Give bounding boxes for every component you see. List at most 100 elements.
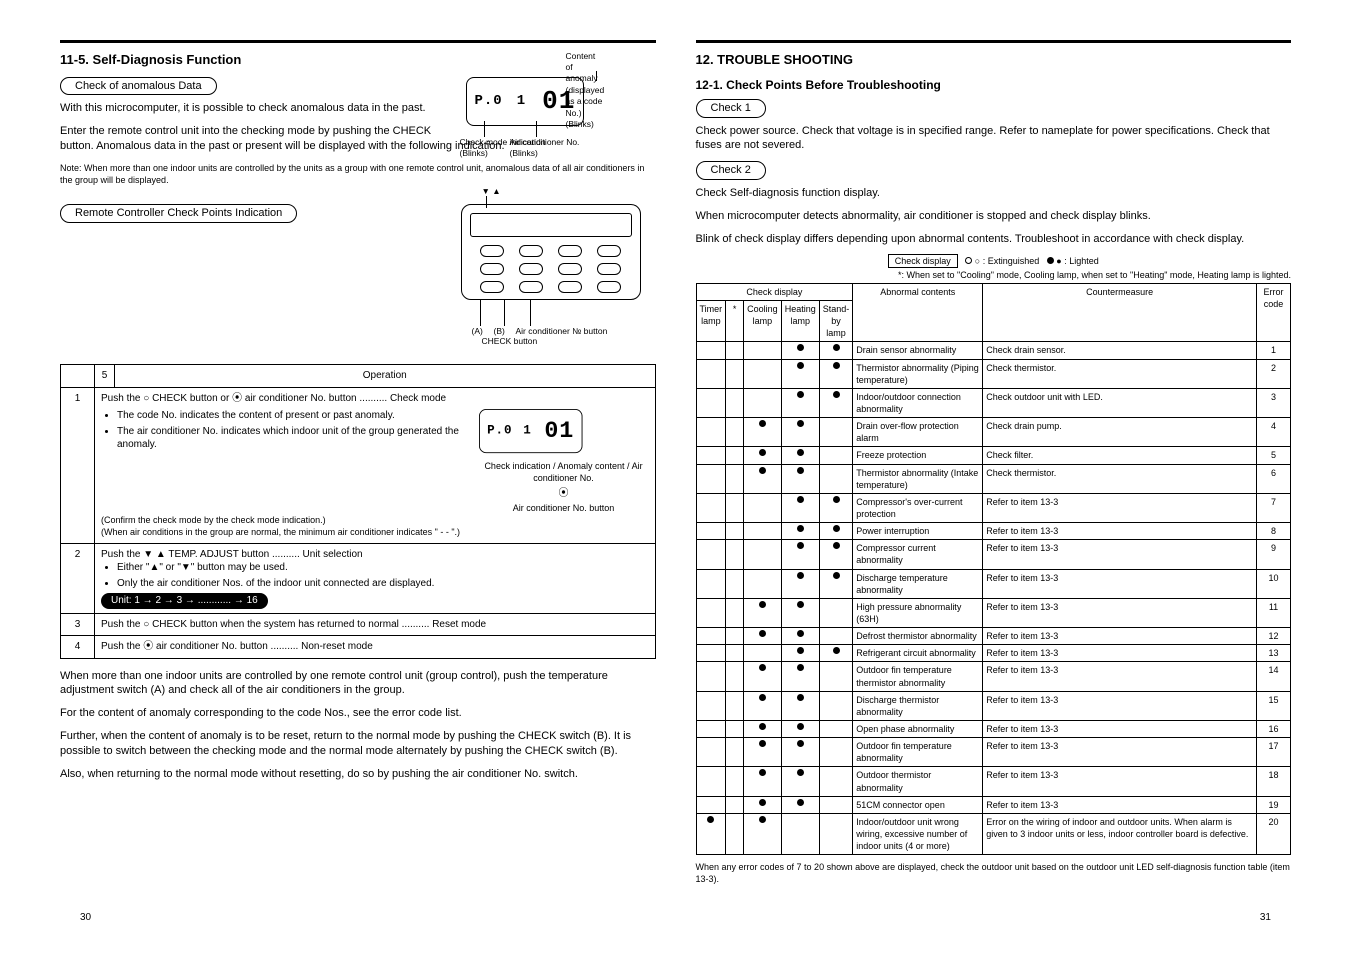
- lamp-cell: [819, 645, 853, 662]
- lamp-star: [726, 691, 744, 720]
- error-contents: Thermistor abnormality (Intake temperatu…: [853, 464, 983, 493]
- error-countermeasure: Refer to item 13-3: [983, 523, 1257, 540]
- lamp-star: [726, 523, 744, 540]
- lamp-cell: [781, 342, 819, 359]
- callout-airno-blink: (Blinks): [510, 148, 538, 158]
- error-row: Thermistor abnormality (Intake temperatu…: [696, 464, 1291, 493]
- error-row: Outdoor fin temperature thermistor abnor…: [696, 662, 1291, 691]
- lamp-cell: [781, 767, 819, 796]
- lamp-cell: [819, 598, 853, 627]
- error-index: 9: [1257, 540, 1291, 569]
- error-row: 51CM connector openRefer to item 13-319: [696, 796, 1291, 813]
- error-countermeasure: Refer to item 13-3: [983, 721, 1257, 738]
- lamp-cell: [696, 388, 726, 417]
- controller-schematic: (A) (B) CHECK button Air conditioner № b…: [446, 204, 656, 344]
- lamp-cell: [696, 628, 726, 645]
- lamp-cell: [744, 569, 782, 598]
- lamp-cell: [696, 796, 726, 813]
- error-index: 15: [1257, 691, 1291, 720]
- error-contents: Refrigerant circuit abnormality: [853, 645, 983, 662]
- lamp-star: [726, 418, 744, 447]
- lamp-cell: [744, 738, 782, 767]
- lamp-star: [726, 447, 744, 464]
- lamp-cell: [819, 721, 853, 738]
- lamp-cell: [696, 540, 726, 569]
- hdr-timer: Timer lamp: [696, 301, 726, 342]
- step1-side-lcd: P.0 1 01 Check indication / A: [479, 409, 649, 514]
- error-row: Drain over-flow protection alarmCheck dr…: [696, 418, 1291, 447]
- lcd-with-callouts: P.0 1 01 Check mode indication (Blinks) …: [466, 77, 656, 126]
- lamp-cell: [744, 493, 782, 522]
- lamp-cell: [781, 418, 819, 447]
- hdr-contents: Abnormal contents: [853, 283, 983, 342]
- error-row: Compressor current abnormalityRefer to i…: [696, 540, 1291, 569]
- lamp-cell: [781, 493, 819, 522]
- error-contents: Outdoor thermistor abnormality: [853, 767, 983, 796]
- step-row-2: 2 Push the ▼ ▲ TEMP. ADJUST button .....…: [61, 543, 656, 613]
- error-index: 13: [1257, 645, 1291, 662]
- step1-note4: (When air conditions in the group are no…: [101, 526, 649, 538]
- lamp-cell: [744, 767, 782, 796]
- error-index: 12: [1257, 628, 1291, 645]
- lamp-star: [726, 388, 744, 417]
- error-contents: Discharge thermistor abnormality: [853, 691, 983, 720]
- lamp-star: [726, 569, 744, 598]
- error-countermeasure: Refer to item 13-3: [983, 569, 1257, 598]
- error-countermeasure: Refer to item 13-3: [983, 796, 1257, 813]
- error-contents: Outdoor fin temperature abnormality: [853, 738, 983, 767]
- lamp-star: [726, 721, 744, 738]
- error-countermeasure: Check filter.: [983, 447, 1257, 464]
- lamp-star: [726, 598, 744, 627]
- lamp-cell: [781, 447, 819, 464]
- error-countermeasure: Refer to item 13-3: [983, 645, 1257, 662]
- lamp-cell: [819, 540, 853, 569]
- step1-cap2: Anomaly content: [558, 461, 625, 471]
- lamp-star: [726, 813, 744, 854]
- lamp-cell: [696, 523, 726, 540]
- lamp-star: [726, 540, 744, 569]
- error-contents: Open phase abnormality: [853, 721, 983, 738]
- error-countermeasure: Refer to item 13-3: [983, 691, 1257, 720]
- check1-text: Check power source. Check that voltage i…: [696, 124, 1292, 154]
- lamp-cell: [744, 418, 782, 447]
- error-row: Discharge thermistor abnormalityRefer to…: [696, 691, 1291, 720]
- pill-remote-check: Remote Controller Check Points Indicatio…: [60, 204, 297, 223]
- lamp-star: [726, 342, 744, 359]
- error-index: 11: [1257, 598, 1291, 627]
- steps-hdr-5: 5: [95, 365, 115, 388]
- hdr-standby: Stand-by lamp: [819, 301, 853, 342]
- step3-op: Push the ○ CHECK button when the system …: [95, 613, 656, 636]
- step1-op: Push the ○ CHECK button or ⦿ air conditi…: [101, 392, 649, 406]
- error-countermeasure: Check drain pump.: [983, 418, 1257, 447]
- step1-note1: The code No. indicates the content of pr…: [117, 409, 469, 423]
- error-index: 17: [1257, 738, 1291, 767]
- lamp-cell: [781, 598, 819, 627]
- pill-check-anomalous: Check of anomalous Data: [60, 77, 217, 96]
- lamp-cell: [781, 796, 819, 813]
- lamp-cell: [744, 598, 782, 627]
- callout-content-blink: (Blinks): [566, 119, 594, 129]
- error-index: 6: [1257, 464, 1291, 493]
- lamp-cell: [819, 464, 853, 493]
- lamp-cell: [696, 418, 726, 447]
- lamp-cell: [744, 628, 782, 645]
- step-row-1: 1 Push the ○ CHECK button or ⦿ air condi…: [61, 387, 656, 543]
- lamp-cell: [744, 796, 782, 813]
- error-row: Defrost thermistor abnormalityRefer to i…: [696, 628, 1291, 645]
- step-row-3: 3 Push the ○ CHECK button when the syste…: [61, 613, 656, 636]
- error-contents: Indoor/outdoor connection abnormality: [853, 388, 983, 417]
- step2-op: Push the ▼ ▲ TEMP. ADJUST button .......…: [101, 548, 649, 562]
- lcd-check-mode: P.0: [475, 92, 503, 111]
- error-index: 16: [1257, 721, 1291, 738]
- error-index: 14: [1257, 662, 1291, 691]
- error-index: 10: [1257, 569, 1291, 598]
- lamp-cell: [744, 662, 782, 691]
- lamp-cell: [781, 738, 819, 767]
- lamp-cell: [819, 628, 853, 645]
- lamp-cell: [696, 569, 726, 598]
- error-row: Power interruptionRefer to item 13-38: [696, 523, 1291, 540]
- error-row: Compressor's over-current protectionRefe…: [696, 493, 1291, 522]
- error-row: Thermistor abnormality (Piping temperatu…: [696, 359, 1291, 388]
- lamp-cell: [696, 645, 726, 662]
- error-contents: Power interruption: [853, 523, 983, 540]
